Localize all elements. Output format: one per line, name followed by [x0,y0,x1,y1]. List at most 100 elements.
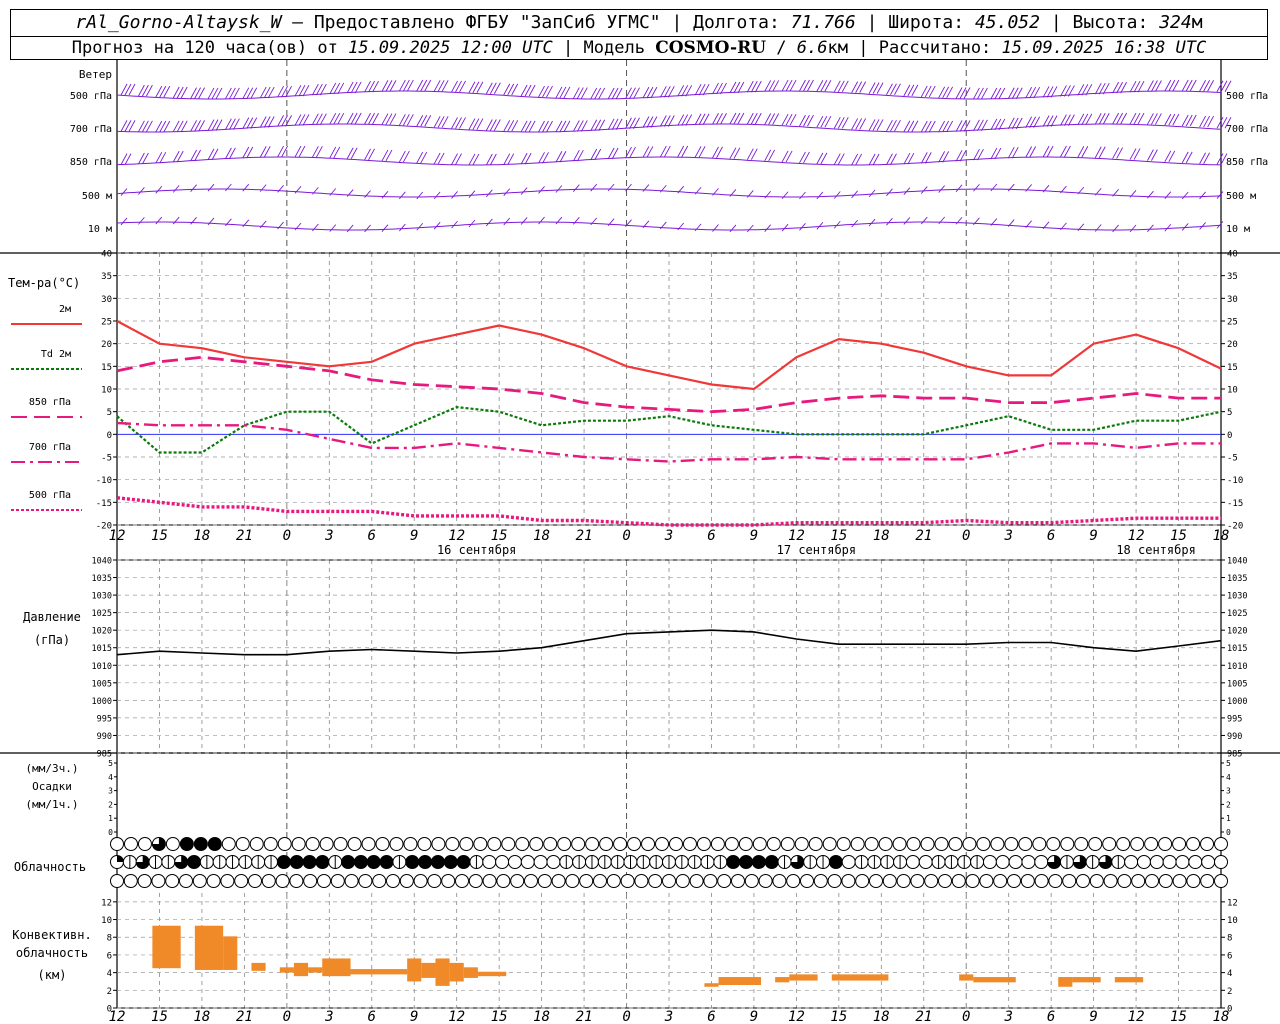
cloud-symbol [731,874,745,888]
y-tick-label-right: 1030 [1227,592,1247,602]
x-hour-label-top: 9 [1089,528,1097,544]
cloud-symbol [501,837,516,851]
y-tick-label-right: 990 [1227,732,1242,742]
y-tick-label-left: 1020 [92,627,112,637]
precip-unit-3h: (мм/3ч.) [26,762,79,775]
y-tick-label-right: 12 [1227,898,1238,908]
wind-panel-label: Ветер [79,68,112,81]
y-tick-label-right: 1005 [1227,679,1247,689]
wind-barb [120,217,128,226]
cloud-symbol [641,837,656,851]
cloud-symbol [1131,874,1146,888]
cloud-symbol [990,837,1005,851]
pressure-unit-label: (гПа) [34,633,70,647]
cloud-symbol [1117,874,1132,888]
cloud-symbol [962,837,977,851]
wind-barb [381,224,389,232]
x-hour-label-top: 3 [664,528,673,544]
wind-barb [451,191,458,199]
cloud-symbol [724,837,739,851]
cloud-symbol [110,874,124,888]
cloud-symbol [386,874,400,888]
precip-unit-1h: (мм/1ч.) [26,798,79,811]
cloud-symbol [333,837,348,851]
wind-barb [190,217,197,225]
temp-series-line [116,320,1222,391]
cloud-symbol [1130,837,1145,851]
cloud-symbol [520,855,535,869]
wind-barb [207,183,215,192]
wind-barb [433,221,441,230]
wind-barb [555,185,563,193]
conv-panel-label-1: Конвективн. [12,928,91,942]
wind-barb [138,217,145,225]
conv-bar [718,977,761,985]
x-hour-label-bottom: 3 [664,1009,673,1024]
wind-barb [416,222,424,231]
cloud-symbol [1149,855,1164,869]
cloud-symbol [1136,855,1151,869]
y-tick-label-left: 40 [101,250,112,260]
precip-panel-label: Осадки [32,780,72,793]
y-tick-label-right: 0 [1227,1005,1232,1015]
conv-bar [350,969,408,975]
wind-barb [572,184,580,193]
cloud-symbol [165,837,180,851]
cloud-symbol [537,874,552,888]
cloud-symbol [938,874,952,888]
x-hour-label-top: 18 [1213,528,1230,544]
wind-barb [973,183,980,192]
x-hour-label-bottom: 18 [873,1009,890,1024]
cloud-symbol [1116,837,1131,851]
wind-barb [399,191,406,200]
wind-barb [572,217,580,225]
x-hour-label-bottom: 15 [151,1009,168,1024]
y-tick-label-right: -15 [1227,499,1243,509]
temp-panel: Тем-ра(°C) 2м Td 2м 850 гПа 700 гПа 500 гПа [8,276,1222,527]
cloud-symbol [319,837,334,851]
x-hour-label-bottom: 18 [533,1009,550,1024]
y-tick-label-left: 0 [107,1005,112,1015]
temp-legend-label: 2м [59,304,71,315]
cloud-symbol [543,837,558,851]
precip-tick-left: 0 [108,828,113,837]
x-hour-label-bottom: 18 [193,1009,210,1024]
cloud-symbol [418,855,433,869]
cloud-symbol [1004,837,1019,851]
cloud-symbol [1214,855,1228,869]
cloud-symbol [1145,874,1159,888]
x-hour-label-bottom: 6 [368,1009,376,1024]
y-tick-label-left: 10 [101,916,112,926]
cloud-symbol [627,837,642,851]
cloud-symbol [207,837,222,851]
cloud-symbol [1048,874,1063,888]
wind-barb [746,224,754,233]
x-hour-label-bottom: 21 [915,1009,932,1024]
cloud-symbol [892,837,907,851]
precip-tick-left: 4 [108,773,113,782]
wind-barb [851,190,859,199]
cloud-symbol [123,837,138,851]
cloud-symbol [882,874,897,888]
temp-legend-label: 700 гПа [29,442,71,453]
cloud-symbol [317,874,331,888]
cloud-symbol [758,874,773,888]
x-date-label: 17 сентября [777,543,856,557]
cloud-symbol [361,837,376,851]
y-tick-label-left: 1035 [92,574,112,584]
y-tick-label-right: 1015 [1227,644,1247,654]
y-tick-label-left: 995 [97,714,112,724]
cloud-symbol [976,837,991,851]
x-hour-label-bottom: 12 [1128,1009,1145,1024]
cloud-symbol [772,874,787,888]
wind-barb [138,187,145,195]
cloud-symbol [249,837,264,851]
conv-bar [1072,977,1101,983]
wind-barb [920,216,928,225]
cloud-symbol [1034,855,1049,869]
x-hour-label-top: 3 [1003,528,1012,544]
conv-bar [959,974,974,981]
conv-bar [449,962,464,982]
cloud-symbol [1007,874,1021,888]
cloud-symbol [1186,837,1201,851]
